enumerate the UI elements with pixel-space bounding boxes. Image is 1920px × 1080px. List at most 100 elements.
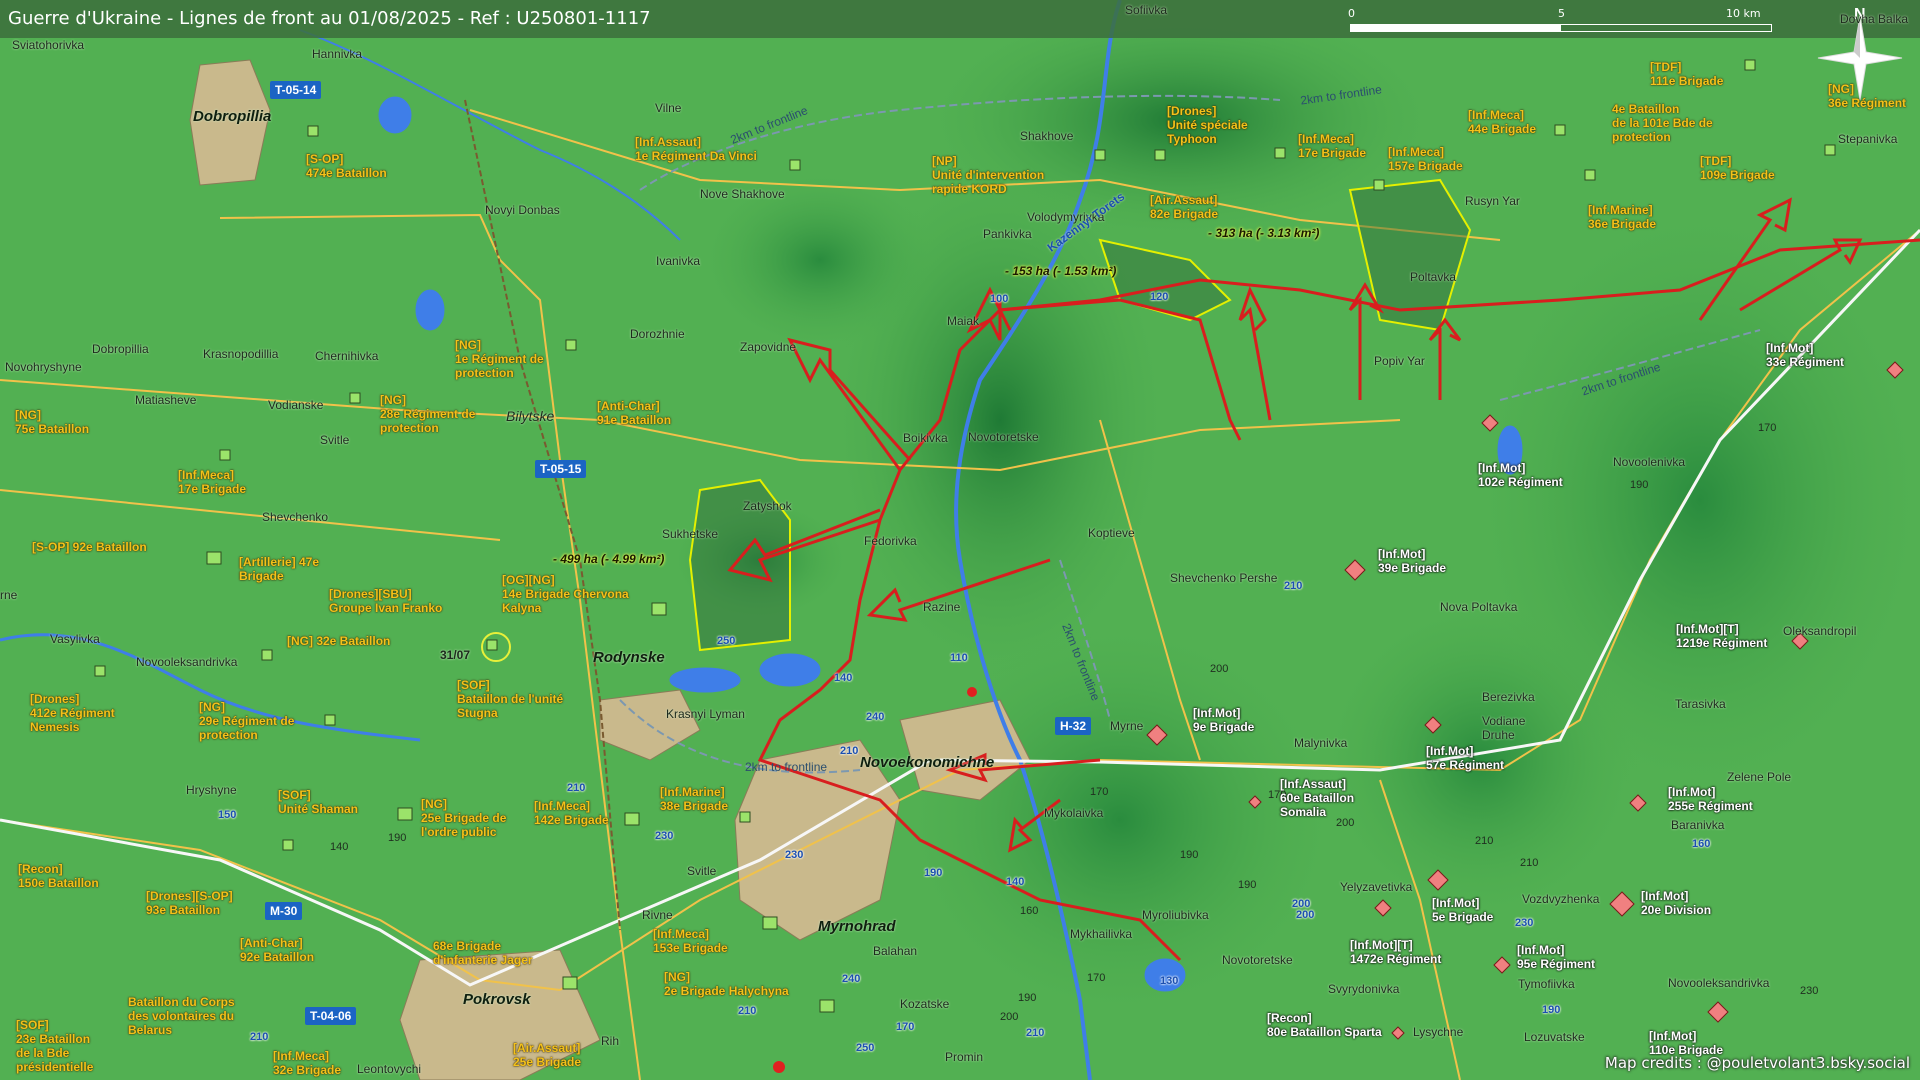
place-label: Chernihivka [315,349,379,363]
unit-label-ua: [Inf.Assaut] 1e Régiment Da Vinci [635,135,757,163]
unit-label-ua: [NG] 32e Bataillon [287,634,391,648]
unit-label-ua: 4e Bataillon de la 101e Bde de protectio… [1612,102,1713,144]
unit-label-ua: [Recon] 150e Bataillon [18,862,99,890]
place-label: Poltavka [1410,270,1457,284]
unit-label-ru: [Inf.Mot] 20e Division [1641,889,1712,917]
unit-label-ru: [Inf.Mot] 102e Régiment [1478,461,1563,489]
unit-label-ru: [Inf.Mot] 33e Régiment [1766,341,1845,369]
road-number: 160 [1692,838,1711,850]
unit-label-ua: [SOF] Bataillon de l'unité Stugna [457,678,564,720]
date-marker: 31/07 [440,648,471,662]
elevation-label: 200 [1000,1011,1019,1023]
place-label: Novooleksandrivka [1668,976,1770,990]
place-label: Popiv Yar [1374,354,1425,368]
unit-label-ru: [Inf.Assaut] 60e Bataillon Somalia [1280,777,1355,819]
unit-label-ua: 68e Brigade d'infanterie Jager [433,939,533,967]
unit-label-ru: [Inf.Mot] 95e Régiment [1517,943,1596,971]
place-label: Svyrydonivka [1328,982,1400,996]
place-label: Balahan [873,944,918,958]
road-badge: T-05-14 [270,81,322,99]
place-label: Baranivka [1671,818,1725,832]
place-label: Vasylivka [50,632,100,646]
unit-label-ua: [NG] 29e Régiment de protection [199,700,295,742]
place-label: Svitle [687,864,717,878]
unit-label-ua: [Drones][SBU] Groupe Ivan Franko [329,587,443,615]
place-label: Mykolaivka [1044,806,1104,820]
area-loss-label: - 153 ha (- 1.53 km²) [1005,264,1117,278]
place-label: Bilytske [506,408,555,424]
place-label: Novoolenivka [1613,455,1686,469]
road-number: 240 [866,711,885,723]
scale-label-5: 5 [1558,7,1565,20]
elevation-label: 170 [1090,786,1109,798]
road-number: 130 [1160,975,1179,987]
unit-label-ua: [NP] Unité d'intervention rapide KORD [932,154,1045,196]
road-number: 140 [834,672,853,684]
elevation-label: 190 [388,832,407,844]
place-label: Vozdvyzhenka [1522,892,1600,906]
road-number: 210 [1284,580,1303,592]
unit-label-ru: [Inf.Mot][T] 1219e Régiment [1676,622,1768,650]
road-number: 140 [1006,876,1025,888]
place-label: Nova Poltavka [1440,600,1518,614]
road-badge: T-05-15 [535,460,587,478]
road-number: 210 [738,1005,757,1017]
road-number: 230 [655,830,674,842]
unit-label-ua: [Anti-Char] 92e Bataillon [240,936,315,964]
place-label: Razine [923,600,961,614]
place-label: Malynivka [1294,736,1348,750]
unit-label-ua: [OG][NG] 14e Brigade Chervona Kalyna [502,573,629,615]
place-label: Hryshyne [186,783,237,797]
elevation-label: 190 [1018,992,1037,1004]
unit-label-ua: [Inf.Meca] 157e Brigade [1388,145,1463,173]
place-label: Novooleksandrivka [136,655,238,669]
unit-label-ua: [Drones] 412e Régiment Nemesis [30,692,115,734]
elevation-label: 190 [1630,479,1649,491]
unit-label-ua: [NG] 75e Bataillon [15,408,90,436]
unit-label-ua: [Inf.Meca] 17e Brigade [178,468,247,496]
place-label: Rivne [642,908,673,922]
unit-label-ua: [Inf.Marine] 38e Brigade [660,785,729,813]
place-label: Sukhetske [662,527,719,541]
place-label: Dorozhnie [630,327,685,341]
place-label: Dobropillia [193,108,272,125]
place-label: Hannivka [312,47,363,61]
road-number: 190 [924,867,943,879]
map-credits: Map credits : @pouletvolant3.bsky.social [1604,1054,1910,1072]
place-label: Pokrovsk [463,991,531,1008]
road-number: 210 [1026,1027,1045,1039]
elevation-label: 160 [1020,905,1039,917]
place-label: Shevchenko Pershe [1170,571,1278,585]
unit-label-ua: [Inf.Meca] 32e Brigade [273,1049,342,1077]
place-label: Krasnopodillia [203,347,279,361]
unit-label-ua: [NG] 36e Régiment [1828,82,1907,110]
place-label: Koptieve [1088,526,1135,540]
place-label: Novotoretske [1222,953,1293,967]
road-number: 250 [717,635,736,647]
unit-label-ua: [Artillerie] 47e Brigade [239,555,320,583]
place-label: Tarasivka [1675,697,1726,711]
place-label: rne [0,588,18,602]
unit-label-ua: Bataillon du Corps des volontaires du Be… [128,995,235,1037]
unit-label-ru: [Inf.Mot] 9e Brigade [1193,706,1255,734]
elevation-label: 210 [1520,857,1539,869]
unit-label-ua: [NG] 2e Brigade Halychyna [664,970,789,998]
elevation-label: 170 [1087,972,1106,984]
road-number: 110 [950,652,968,664]
place-label: Zelene Pole [1727,770,1792,784]
unit-label-ru: [Inf.Mot] 57e Régiment [1426,744,1505,772]
road-number: 210 [567,782,586,794]
elevation-label: 210 [1475,835,1494,847]
unit-label-ua: [TDF] 111e Brigade [1650,60,1724,88]
unit-label-ua: [Drones] Unité spéciale Typhoon [1167,104,1248,146]
area-loss-label: - 499 ha (- 4.99 km²) [553,552,665,566]
place-label: Berezivka [1482,690,1535,704]
unit-label-ua: [TDF] 109e Brigade [1700,154,1775,182]
unit-label-ua: [Inf.Meca] 17e Brigade [1298,132,1367,160]
place-label: Rih [601,1034,620,1048]
place-label: Maiak [947,314,980,328]
unit-label-ua: [Inf.Marine] 36e Brigade [1588,203,1657,231]
elevation-label: 200 [1210,663,1229,675]
road-badge: T-04-06 [305,1007,357,1025]
place-label: Matiasheve [135,393,197,407]
